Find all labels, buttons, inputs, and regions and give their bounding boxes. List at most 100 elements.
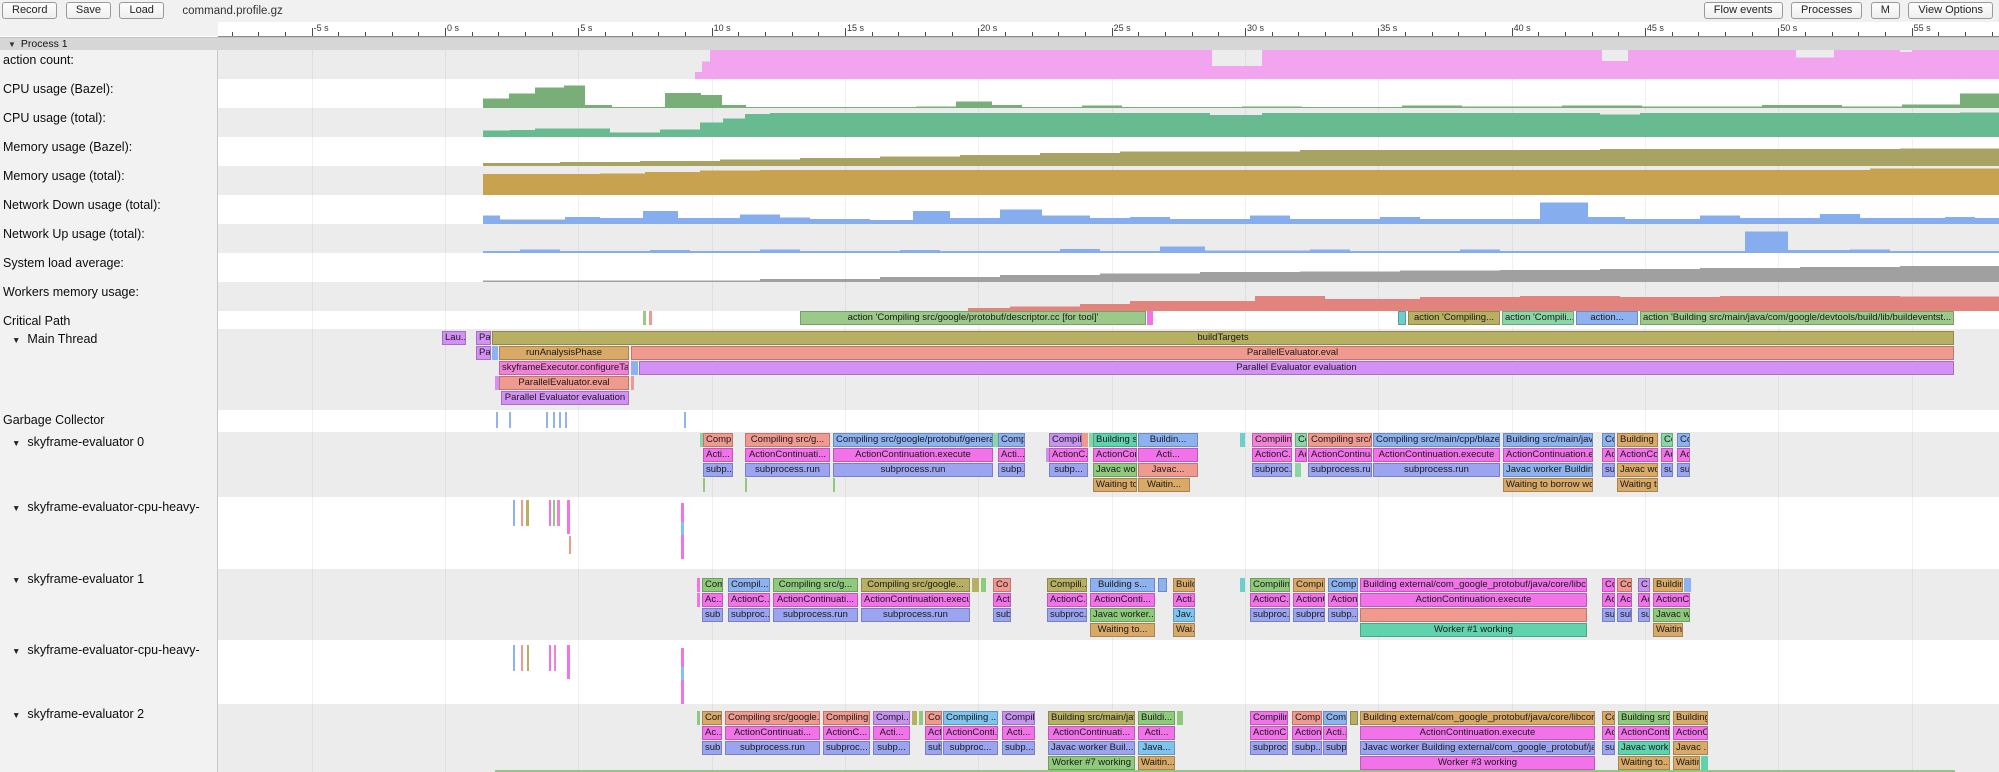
trace-block[interactable]: Compiling src/core/... xyxy=(1308,433,1372,447)
trace-block[interactable]: sub xyxy=(1661,463,1673,477)
trace-block[interactable]: Compiling src/google... xyxy=(725,711,820,725)
trace-block[interactable] xyxy=(1240,433,1245,447)
trace-block[interactable] xyxy=(833,478,835,492)
cpu-heavy-tick[interactable] xyxy=(527,645,529,671)
trace-block[interactable] xyxy=(1398,311,1406,325)
cpu-heavy-tick[interactable] xyxy=(681,680,684,704)
trace-block[interactable] xyxy=(697,578,700,592)
counter-chart-network-down-usage-total[interactable] xyxy=(218,195,1999,224)
cpu-heavy-tick[interactable] xyxy=(553,500,555,526)
trace-block[interactable]: Javac worker... xyxy=(1090,608,1155,622)
trace-block[interactable]: Compiling src/main/cpp/blaze.cc xyxy=(1373,433,1500,447)
trace-block[interactable] xyxy=(981,578,986,592)
trace-block[interactable] xyxy=(703,478,705,492)
trace-block[interactable]: Acti... xyxy=(1323,726,1347,740)
trace-block[interactable]: ActionC... xyxy=(1250,593,1290,607)
counter-chart-network-up-usage-total[interactable] xyxy=(218,224,1999,253)
trace-block[interactable]: Compili... xyxy=(1047,578,1087,592)
trace-block[interactable]: Compil... xyxy=(1292,711,1322,725)
trace-block[interactable]: sub xyxy=(1602,741,1615,755)
trace-block[interactable]: action 'Compiling src/google/protobuf/de… xyxy=(800,311,1146,325)
trace-block[interactable]: Acti... xyxy=(873,726,910,740)
trace-block[interactable]: Com xyxy=(1602,433,1615,447)
trace-block[interactable]: ActionC... xyxy=(1047,593,1087,607)
trace-block[interactable]: ActionConti... xyxy=(943,726,998,740)
trace-block[interactable] xyxy=(1147,311,1153,325)
gc-tick[interactable] xyxy=(546,412,548,428)
cpu-heavy-tick[interactable] xyxy=(513,500,515,526)
trace-block[interactable]: Javac worker Building external/com_googl… xyxy=(1360,741,1595,755)
record-button[interactable]: Record xyxy=(2,2,57,19)
processes-button[interactable]: Processes xyxy=(1791,2,1862,19)
trace-block[interactable]: Parallel Evaluator evaluation xyxy=(639,361,1954,375)
trace-block[interactable]: Parallel Evaluator evaluation xyxy=(501,391,629,405)
collapse-arrow-icon[interactable]: ▼ xyxy=(12,710,20,720)
trace-block[interactable]: ActionC... xyxy=(1049,448,1088,462)
trace-block[interactable]: Compiling... xyxy=(823,711,870,725)
collapse-arrow-icon[interactable]: ▼ xyxy=(12,335,20,345)
trace-block[interactable]: Act xyxy=(1602,448,1615,462)
trace-block[interactable] xyxy=(1701,756,1708,770)
collapse-arrow-icon[interactable]: ▼ xyxy=(8,40,16,49)
trace-block[interactable]: ActionConti... xyxy=(1093,448,1137,462)
trace-block[interactable]: Com xyxy=(1617,578,1632,592)
trace-block[interactable]: Acti... xyxy=(703,448,733,462)
row-label-skyframe-evaluator-2[interactable]: ▼skyframe-evaluator 2 xyxy=(12,707,144,721)
gc-tick[interactable] xyxy=(565,412,567,428)
trace-block[interactable]: Com... xyxy=(1323,711,1347,725)
row-label-skyframe-evaluator-cpu-heavy-a[interactable]: ▼skyframe-evaluator-cpu-heavy- xyxy=(12,500,200,514)
trace-block[interactable]: C... xyxy=(1638,578,1650,592)
trace-block[interactable]: Compiling src/google/protobuf/generat... xyxy=(833,433,993,447)
trace-block[interactable]: Javac ... xyxy=(1673,741,1708,755)
trace-block[interactable]: ActionConti... xyxy=(1618,726,1670,740)
trace-block[interactable]: Building external/com_google_protobuf/ja… xyxy=(1360,578,1587,592)
trace-block[interactable]: sub xyxy=(702,741,722,755)
trace-block[interactable]: Jav... xyxy=(1173,608,1195,622)
metadata-button[interactable]: M xyxy=(1871,2,1900,19)
trace-block[interactable]: ActionC... xyxy=(1328,593,1358,607)
trace-block[interactable] xyxy=(649,311,652,325)
cpu-heavy-tick[interactable] xyxy=(549,645,551,671)
trace-block[interactable]: Ac... xyxy=(702,593,723,607)
trace-block[interactable]: ActionC... xyxy=(728,593,770,607)
counter-chart-action-count[interactable] xyxy=(218,50,1999,79)
trace-block[interactable]: Waitin... xyxy=(1138,756,1175,770)
load-button[interactable]: Load xyxy=(119,2,163,19)
trace-block[interactable]: sub xyxy=(1602,608,1615,622)
trace-block[interactable] xyxy=(972,578,979,592)
trace-block[interactable]: Act xyxy=(925,726,942,740)
trace-block[interactable]: sub xyxy=(1677,463,1690,477)
trace-block[interactable]: subp... xyxy=(1049,463,1088,477)
trace-block[interactable]: Waitin... xyxy=(1673,756,1700,770)
trace-block[interactable]: Compil... xyxy=(703,433,733,447)
cpu-heavy-tick[interactable] xyxy=(549,500,551,526)
trace-block[interactable] xyxy=(631,361,638,375)
trace-block[interactable] xyxy=(919,711,923,725)
trace-block[interactable]: subp... xyxy=(1328,608,1358,622)
trace-block[interactable]: Waiting to borrow worker xyxy=(1503,478,1593,492)
trace-block[interactable]: ActionContinuati... xyxy=(1308,448,1372,462)
trace-block[interactable] xyxy=(1177,711,1183,725)
trace-block[interactable] xyxy=(1295,463,1301,477)
trace-block[interactable]: ActionContinuati... xyxy=(1048,726,1135,740)
trace-block[interactable]: Comp... xyxy=(998,433,1025,447)
trace-block[interactable]: Compiling... xyxy=(1250,711,1288,725)
trace-block[interactable]: Compiling src/google... xyxy=(861,578,970,592)
collapse-arrow-icon[interactable]: ▼ xyxy=(12,575,20,585)
trace-block[interactable]: Acti... xyxy=(998,448,1025,462)
counter-chart-workers-memory-usage[interactable] xyxy=(218,282,1999,311)
trace-block[interactable]: Acti... xyxy=(1002,726,1035,740)
trace-block[interactable]: Act xyxy=(1677,448,1690,462)
counter-chart-cpu-usage-bazel[interactable] xyxy=(218,79,1999,108)
trace-block[interactable]: Building src... xyxy=(1617,433,1658,447)
counter-chart-cpu-usage-total[interactable] xyxy=(218,108,1999,137)
row-label-main-thread[interactable]: ▼Main Thread xyxy=(12,332,97,346)
trace-block[interactable]: Com xyxy=(702,578,723,592)
trace-block[interactable]: Act xyxy=(1295,448,1307,462)
gc-tick[interactable] xyxy=(559,412,561,428)
trace-block[interactable]: Waiting to... xyxy=(1093,478,1137,492)
trace-block[interactable]: Com xyxy=(702,711,722,725)
counter-chart-system-load-average[interactable] xyxy=(218,253,1999,282)
cpu-heavy-tick[interactable] xyxy=(681,503,684,522)
trace-block[interactable] xyxy=(697,711,700,725)
